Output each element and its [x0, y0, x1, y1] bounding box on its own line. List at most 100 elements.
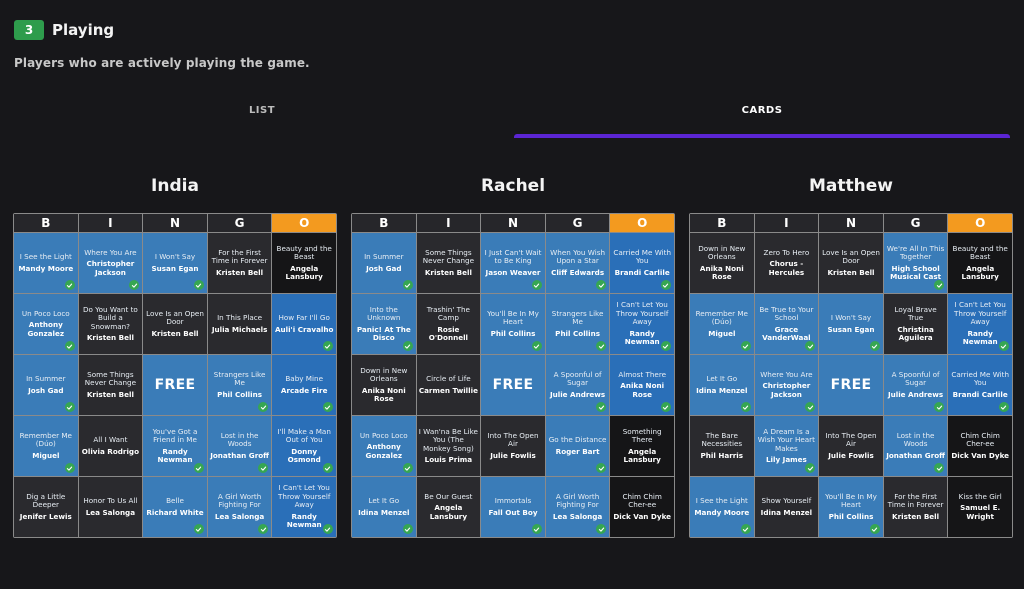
bingo-cell[interactable]: Zero To Hero Chorus - Hercules [754, 233, 819, 293]
bingo-cell[interactable]: I Won't Say Susan Egan [819, 294, 883, 354]
check-icon [193, 463, 204, 473]
artist-name: Grace VanderWaal [762, 324, 811, 342]
free-label: FREE [492, 377, 534, 393]
free-space[interactable]: FREE [481, 355, 545, 415]
bingo-cell[interactable]: Baby Mine Arcade Fire [272, 355, 336, 415]
bingo-cell[interactable]: Un Poco Loco Anthony Gonzalez [14, 294, 78, 354]
bingo-cell[interactable]: You'll Be In My Heart Phil Collins [819, 477, 883, 537]
bingo-cell[interactable]: Immortals Fall Out Boy [481, 477, 545, 537]
bingo-cell[interactable]: You've Got a Friend in Me Randy Newman [143, 416, 207, 476]
bingo-cell[interactable]: Be True to Your School Grace VanderWaal [754, 294, 819, 354]
artist-name: Randy Newman [157, 446, 193, 464]
bingo-cell[interactable]: Go the Distance Roger Bart [545, 416, 610, 476]
bingo-cell[interactable]: I Can't Let You Throw Yourself Away Randy… [948, 294, 1012, 354]
artist-name: Lily James [765, 454, 807, 464]
bingo-cell[interactable]: Love Is an Open Door Kristen Bell [143, 294, 207, 354]
bingo-cell[interactable]: I Can't Let You Throw Yourself Away Randy… [272, 477, 336, 537]
bingo-cell[interactable]: Remember Me (Dúo) Miguel [14, 416, 78, 476]
bingo-cell[interactable]: A Spoonful of Sugar Julie Andrews [883, 355, 948, 415]
artist-name: Roger Bart [555, 446, 600, 456]
bingo-cell[interactable]: Where You Are Christopher Jackson [754, 355, 819, 415]
bingo-cell[interactable]: Down in New Orleans Anika Noni Rose [352, 355, 416, 415]
song-title: Love Is an Open Door [822, 247, 880, 266]
bingo-cell[interactable]: In Summer Josh Gad [352, 233, 416, 293]
bingo-cell[interactable]: Show Yourself Idina Menzel [754, 477, 819, 537]
song-title: When You Wish Upon a Star [550, 247, 606, 266]
bingo-cell[interactable]: A Girl Worth Fighting For Lea Salonga [207, 477, 272, 537]
bingo-cell[interactable]: For the First Time in Forever Kristen Bel… [883, 477, 948, 537]
bingo-cell[interactable]: For the First Time in Forever Kristen Bel… [207, 233, 272, 293]
bingo-cell[interactable]: I Wan'na Be Like You (The Monkey Song) Lo… [416, 416, 481, 476]
bingo-cell[interactable]: Remember Me (Dúo) Miguel [690, 294, 754, 354]
bingo-cell[interactable]: Do You Want to Build a Snowman? Kristen B… [78, 294, 143, 354]
song-title: Be Our Guest [424, 491, 473, 501]
bingo-cell[interactable]: Un Poco Loco Anthony Gonzalez [352, 416, 416, 476]
free-space[interactable]: FREE [143, 355, 207, 415]
bingo-cell[interactable]: Strangers Like Me Phil Collins [545, 294, 610, 354]
bingo-cell[interactable]: Almost There Anika Noni Rose [610, 355, 674, 415]
bingo-cell[interactable]: Some Things Never Change Kristen Bell [416, 233, 481, 293]
bingo-cell[interactable]: I Just Can't Wait to Be King Jason Weaver [481, 233, 545, 293]
free-space[interactable]: FREE [819, 355, 883, 415]
bingo-cell[interactable]: Kiss the Girl Samuel E. Wright [948, 477, 1012, 537]
bingo-cell[interactable]: Let It Go Idina Menzel [352, 477, 416, 537]
bingo-cell[interactable]: I Won't Say Susan Egan [143, 233, 207, 293]
bingo-cell[interactable]: Beauty and the Beast Angela Lansbury [272, 233, 336, 293]
bingo-cell[interactable]: Beauty and the Beast Angela Lansbury [948, 233, 1012, 293]
bingo-cell[interactable]: Trashin' The Camp Rosie O'Donnell [416, 294, 481, 354]
bingo-cell[interactable]: In Summer Josh Gad [14, 355, 78, 415]
bingo-cell[interactable]: How Far I'll Go Auli'i Cravalho [272, 294, 336, 354]
bingo-cell[interactable]: Let It Go Idina Menzel [690, 355, 754, 415]
bingo-cell[interactable]: When You Wish Upon a Star Cliff Edwards [545, 233, 610, 293]
song-title: A Dream Is a Wish Your Heart Makes [757, 426, 815, 453]
bingo-cell[interactable]: Lost in the Woods Jonathan Groff [207, 416, 272, 476]
bingo-cell[interactable]: Into The Open Air Julie Fowlis [819, 416, 883, 476]
bingo-cell[interactable]: Belle Richard White [143, 477, 207, 537]
bingo-cell[interactable]: Honor To Us All Lea Salonga [78, 477, 143, 537]
bingo-cell[interactable]: Into the Unknown Panic! At The Disco [352, 294, 416, 354]
artist-name: Josh Gad [366, 263, 402, 273]
song-title: Where You Are [84, 247, 137, 257]
tab-cards[interactable]: CARDS [514, 96, 1010, 140]
bingo-cell[interactable]: Love Is an Open Door Kristen Bell [819, 233, 883, 293]
tab-list[interactable]: LIST [14, 96, 510, 140]
bingo-cell[interactable]: The Bare Necessities Phil Harris [690, 416, 754, 476]
song-title: Down in New Orleans [698, 243, 746, 262]
bingo-cell[interactable]: Where You Are Christopher Jackson [78, 233, 143, 293]
bingo-cell[interactable]: Carried Me With You Brandi Carlile [948, 355, 1012, 415]
check-icon [64, 341, 75, 351]
bingo-cell[interactable]: Some Things Never Change Kristen Bell [78, 355, 143, 415]
bingo-cell[interactable]: Be Our Guest Angela Lansbury [416, 477, 481, 537]
bingo-cell[interactable]: Something There Angela Lansbury [610, 416, 674, 476]
bingo-cell[interactable]: I Can't Let You Throw Yourself Away Randy… [610, 294, 674, 354]
bingo-cell[interactable]: A Girl Worth Fighting For Lea Salonga [545, 477, 610, 537]
song-title: Into The Open Air [825, 430, 877, 449]
artist-name: Dick Van Dyke [613, 511, 672, 521]
bingo-cell[interactable]: I See the Light Mandy Moore [690, 477, 754, 537]
check-icon [660, 402, 671, 412]
artist-name: Brandi Carlile [952, 389, 1008, 399]
bingo-cell[interactable]: Chim Chim Cher-ee Dick Van Dyke [948, 416, 1012, 476]
bingo-cell[interactable]: You'll Be In My Heart Phil Collins [481, 294, 545, 354]
bingo-cell[interactable]: Strangers Like Me Phil Collins [207, 355, 272, 415]
bingo-cell[interactable]: A Dream Is a Wish Your Heart Makes Lily J… [754, 416, 819, 476]
bingo-cell[interactable]: Down in New Orleans Anika Noni Rose [690, 233, 754, 293]
artist-name: Fall Out Boy [488, 507, 538, 517]
song-title: Where You Are [760, 369, 813, 379]
bingo-cell[interactable]: Dig a Little Deeper Jenifer Lewis [14, 477, 78, 537]
bingo-cell[interactable]: A Spoonful of Sugar Julie Andrews [545, 355, 610, 415]
bingo-cell[interactable]: Lost in the Woods Jonathan Groff [883, 416, 948, 476]
bingo-cell[interactable]: Loyal Brave True Christina Aguilera [883, 294, 948, 354]
song-title: Let It Go [706, 374, 738, 384]
bingo-cell[interactable]: Chim Chim Cher-ee Dick Van Dyke [610, 477, 674, 537]
bingo-cell[interactable]: Into The Open Air Julie Fowlis [481, 416, 545, 476]
bingo-cell[interactable]: Carried Me With You Brandi Carlile [610, 233, 674, 293]
bingo-cell[interactable]: I'll Make a Man Out of You Donny Osmond [272, 416, 336, 476]
song-title: Show Yourself [761, 496, 812, 506]
bingo-cell[interactable]: Circle of Life Carmen Twillie [416, 355, 481, 415]
bingo-cell[interactable]: All I Want Olivia Rodrigo [78, 416, 143, 476]
song-title: Baby Mine [285, 374, 323, 384]
bingo-cell[interactable]: In This Place Julia Michaels [207, 294, 272, 354]
bingo-cell[interactable]: We're All In This Together High School Mu… [883, 233, 948, 293]
bingo-cell[interactable]: I See the Light Mandy Moore [14, 233, 78, 293]
